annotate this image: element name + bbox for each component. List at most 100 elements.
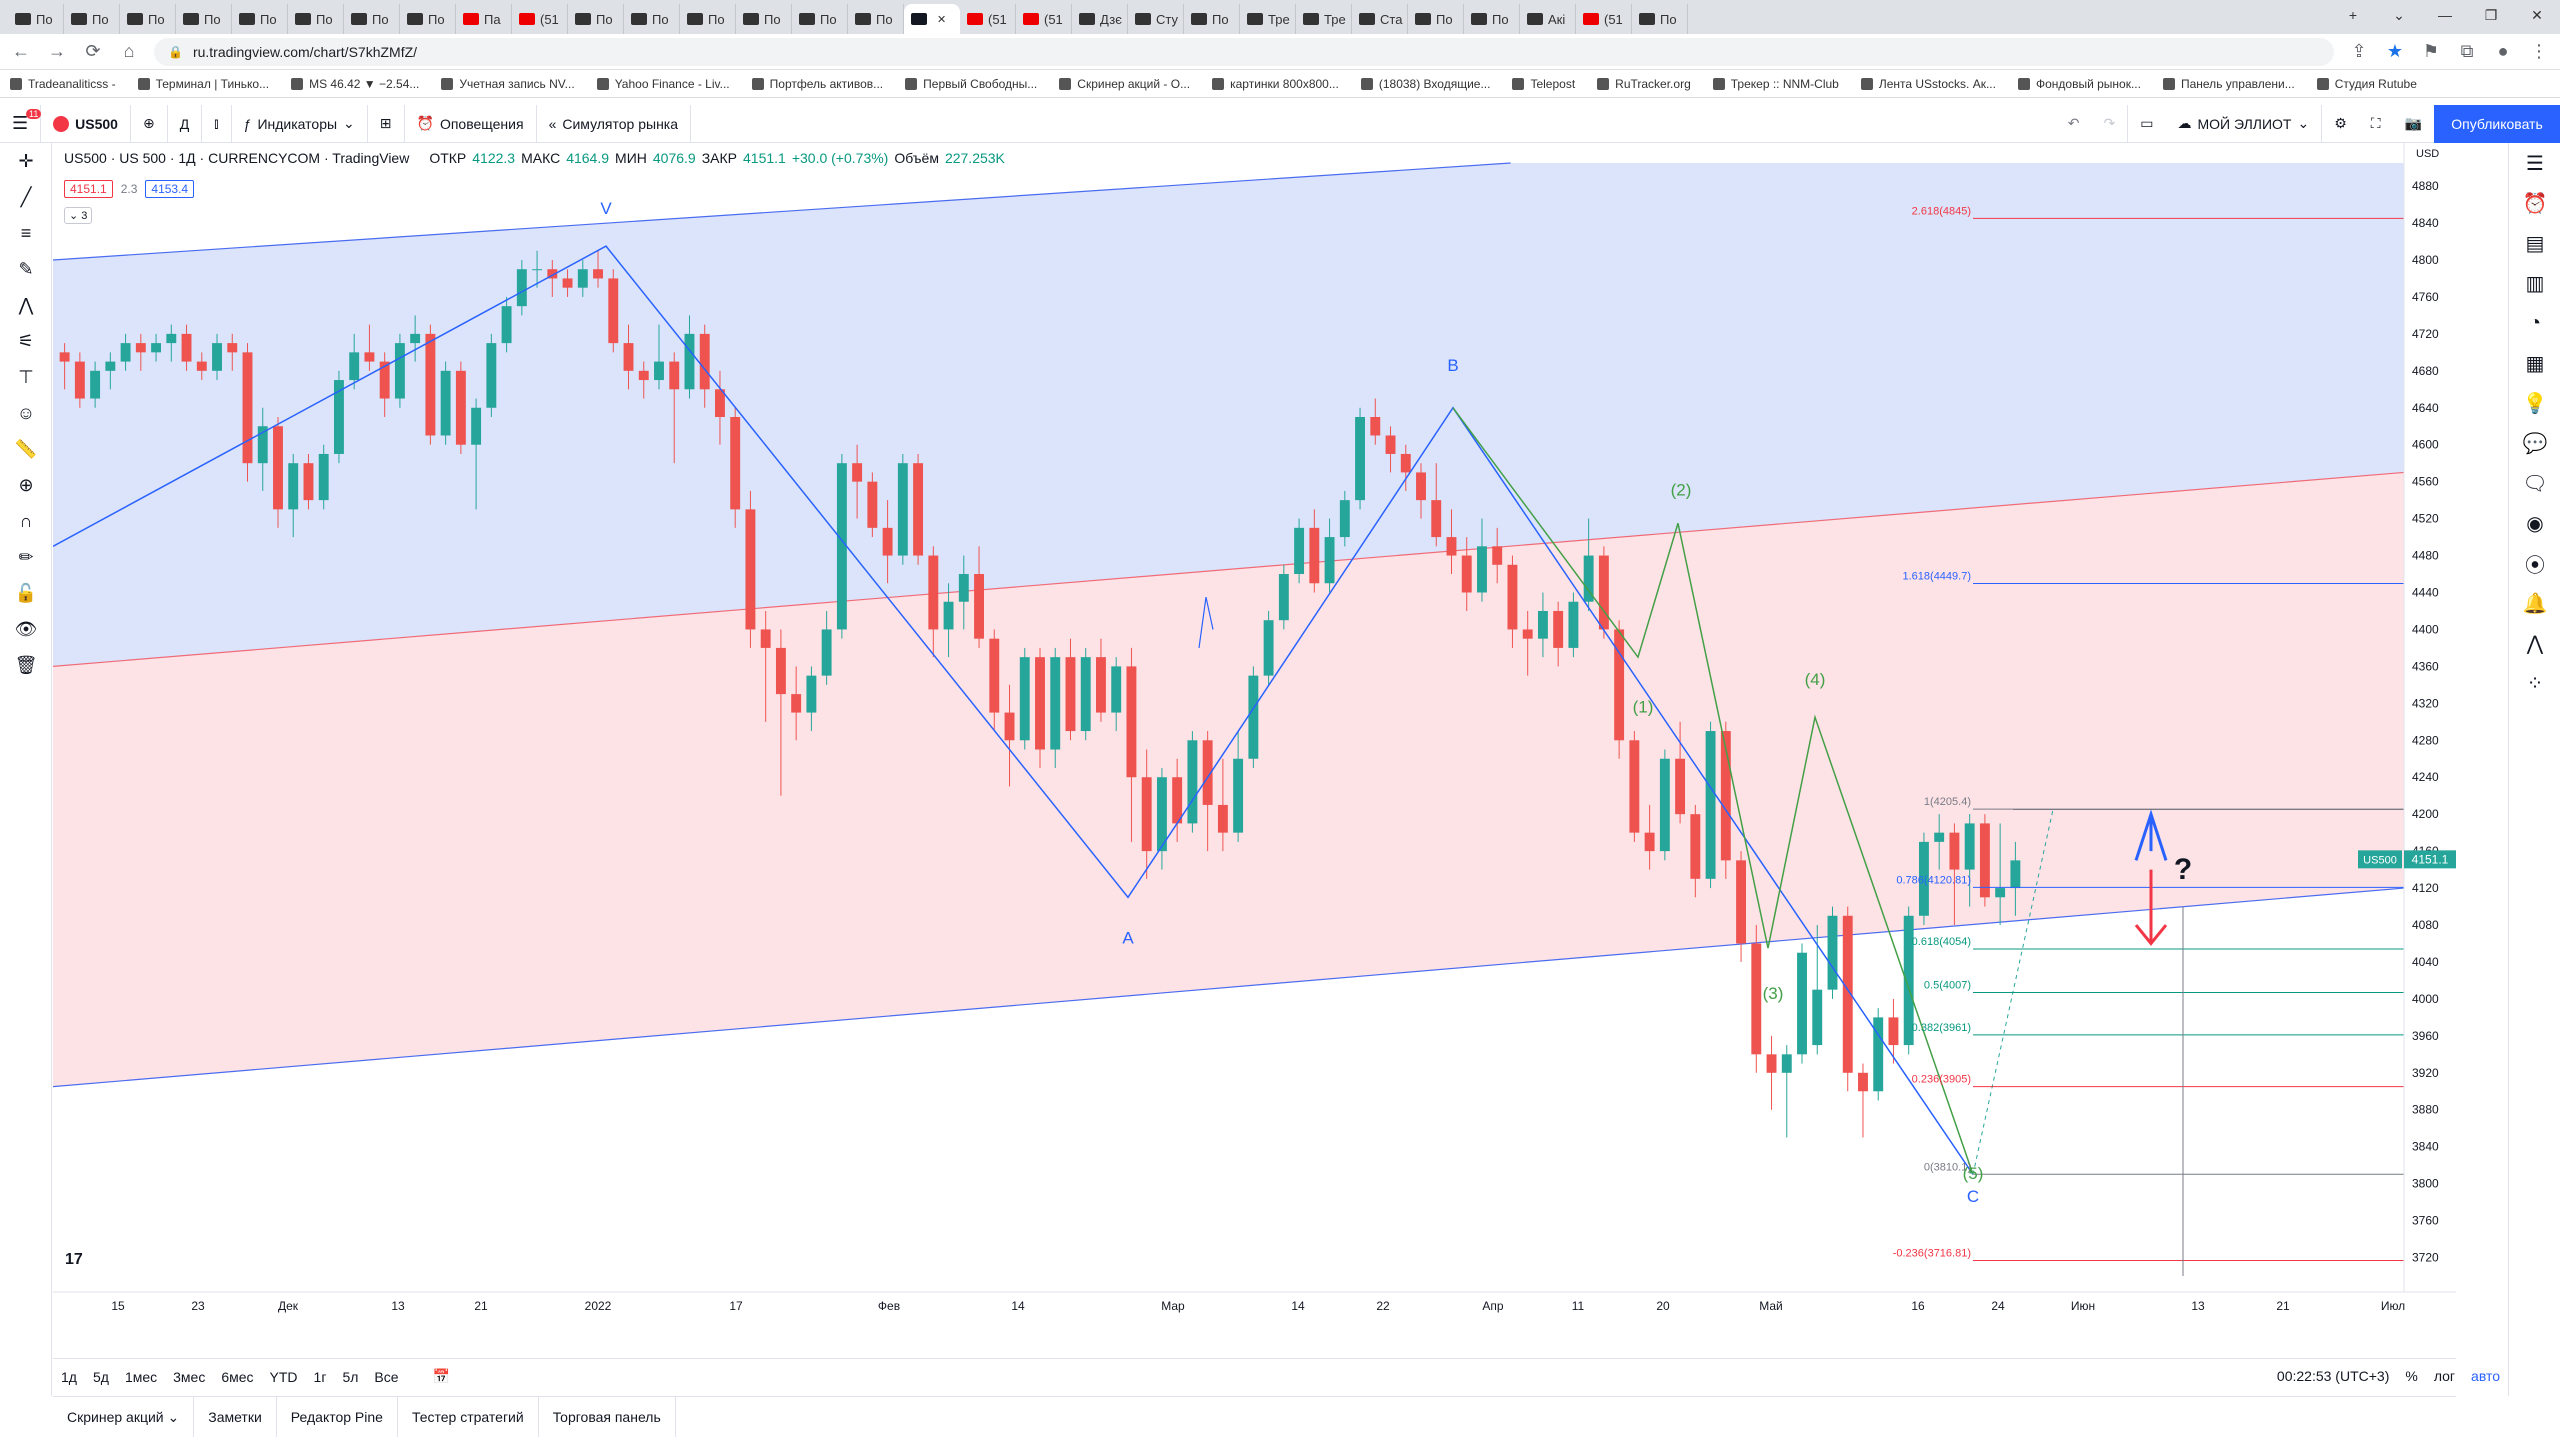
- snapshot-button[interactable]: 📷: [2393, 105, 2434, 143]
- browser-tab[interactable]: По: [288, 4, 344, 34]
- bookmark-item[interactable]: картинки 800х800...: [1212, 77, 1339, 91]
- price-chart[interactable]: 2.618(4845) 1.618(4449.7) 1(4205.4) 0.786(4…: [53, 143, 2456, 1336]
- browser-tab[interactable]: (51: [1016, 4, 1072, 34]
- browser-tab[interactable]: ✕: [904, 4, 960, 34]
- layout-toggle-button[interactable]: ▭: [2128, 105, 2165, 143]
- bookmark-item[interactable]: Портфель активов...: [751, 77, 883, 91]
- range-button[interactable]: 5д: [85, 1369, 117, 1385]
- replay-button[interactable]: « Симулятор рынка: [537, 104, 692, 143]
- bookmark-item[interactable]: (18038) Входящие...: [1360, 77, 1490, 91]
- bookmark-item[interactable]: Telepost: [1512, 77, 1575, 91]
- chart-type-button[interactable]: ⫾: [202, 104, 232, 143]
- browser-tab[interactable]: Сту: [1128, 4, 1184, 34]
- browser-tab[interactable]: (51: [512, 4, 568, 34]
- goto-date-icon[interactable]: 📅: [425, 1368, 458, 1385]
- bottom-tab[interactable]: Заметки: [194, 1396, 277, 1437]
- browser-tab[interactable]: По: [848, 4, 904, 34]
- calendar-icon[interactable]: ◔: [2509, 303, 2560, 343]
- ruler-icon[interactable]: 📏: [0, 431, 52, 467]
- layout-select-button[interactable]: ☁ МОЙ ЭЛЛИОТ ⌄: [2165, 104, 2323, 143]
- ideas-icon[interactable]: 💡: [2509, 383, 2560, 423]
- range-button[interactable]: Все: [366, 1369, 406, 1385]
- data-window-icon[interactable]: ▤: [2509, 223, 2560, 263]
- bookmark-item[interactable]: Студия Rutube: [2316, 77, 2417, 91]
- smile-icon[interactable]: ☺: [0, 395, 52, 431]
- browser-tab[interactable]: По: [64, 4, 120, 34]
- browser-tab[interactable]: По: [792, 4, 848, 34]
- browser-tab[interactable]: По: [176, 4, 232, 34]
- share-icon[interactable]: ⇪: [2348, 41, 2370, 62]
- streams-icon[interactable]: ◉: [2509, 503, 2560, 543]
- chat-icon[interactable]: 💬: [2509, 423, 2560, 463]
- bottom-tab[interactable]: Редактор Pine: [277, 1396, 398, 1437]
- range-button[interactable]: YTD: [262, 1369, 306, 1385]
- star-icon[interactable]: ★: [2384, 41, 2406, 62]
- bookmark-item[interactable]: Первый Свободны...: [905, 77, 1037, 91]
- close-window-button[interactable]: ✕: [2514, 0, 2560, 30]
- trendline-icon[interactable]: ╱: [0, 179, 52, 215]
- brush-icon[interactable]: ✎: [0, 251, 52, 287]
- browser-tab[interactable]: Тре: [1296, 4, 1352, 34]
- magnet-icon[interactable]: ∩: [0, 503, 52, 539]
- text-icon[interactable]: ⊤: [0, 359, 52, 395]
- interval-button[interactable]: Д: [168, 104, 203, 143]
- notifications-icon[interactable]: 🔔: [2509, 583, 2560, 623]
- layouts-grid-button[interactable]: ⊞: [368, 104, 405, 143]
- browser-tab[interactable]: По: [624, 4, 680, 34]
- bookmark-item[interactable]: RuTracker.org: [1597, 77, 1691, 91]
- log-toggle[interactable]: лог: [2434, 1368, 2455, 1384]
- browser-tab[interactable]: По: [736, 4, 792, 34]
- tab-search-button[interactable]: ⌄: [2376, 0, 2422, 30]
- bookmark-item[interactable]: Yahoo Finance - Liv...: [596, 77, 730, 91]
- broadcast-icon[interactable]: ⦿: [2509, 543, 2560, 583]
- comments-icon[interactable]: 🗨: [2509, 463, 2560, 503]
- browser-tab[interactable]: (51: [960, 4, 1016, 34]
- bid-value[interactable]: 4151.1: [64, 180, 113, 198]
- main-menu-button[interactable]: ☰ 11: [0, 104, 42, 143]
- browser-tab[interactable]: Ста: [1352, 4, 1408, 34]
- menu-dots-icon[interactable]: ⋮: [2528, 41, 2550, 62]
- browser-tab[interactable]: По: [680, 4, 736, 34]
- alerts-button[interactable]: ⏰ Оповещения: [405, 104, 537, 143]
- browser-tab[interactable]: Акі: [1520, 4, 1576, 34]
- bookmark-item[interactable]: Фондовый рынок...: [2017, 77, 2141, 91]
- close-tab-icon[interactable]: ✕: [937, 13, 946, 26]
- bookmark-item[interactable]: MS 46.42 ▼ −2.54...: [291, 77, 419, 91]
- horizontal-lines-icon[interactable]: ≡: [0, 215, 52, 251]
- browser-tab[interactable]: Тре: [1240, 4, 1296, 34]
- watchlist-icon[interactable]: ☰: [2509, 143, 2560, 183]
- indicators-button[interactable]: ƒ Индикаторы ⌄: [232, 104, 368, 143]
- symbol-search-button[interactable]: US500: [41, 104, 131, 143]
- bottom-tab[interactable]: Торговая панель: [539, 1396, 676, 1437]
- browser-tab[interactable]: (51: [1576, 4, 1632, 34]
- extension-icon[interactable]: ⚑: [2420, 41, 2442, 62]
- browser-tab[interactable]: По: [568, 4, 624, 34]
- bottom-tab[interactable]: Тестер стратегий: [398, 1396, 539, 1437]
- hotlist-icon[interactable]: ▥: [2509, 263, 2560, 303]
- browser-tab[interactable]: По: [1408, 4, 1464, 34]
- zoom-icon[interactable]: ⊕: [0, 467, 52, 503]
- bookmark-item[interactable]: Панель управлени...: [2162, 77, 2295, 91]
- publish-button[interactable]: Опубликовать: [2434, 105, 2560, 143]
- bookmark-item[interactable]: Трекер :: NNM-Club: [1712, 77, 1839, 91]
- collapse-indicators-button[interactable]: ⌄ 3: [64, 207, 93, 224]
- browser-tab[interactable]: По: [1632, 4, 1688, 34]
- news-icon[interactable]: ▦: [2509, 343, 2560, 383]
- compare-button[interactable]: ⊕: [131, 104, 168, 143]
- bookmark-item[interactable]: Скринер акций - О...: [1059, 77, 1190, 91]
- restore-button[interactable]: ❐: [2468, 0, 2514, 30]
- back-icon[interactable]: ←: [10, 41, 32, 62]
- range-button[interactable]: 1г: [306, 1369, 335, 1385]
- auto-toggle[interactable]: авто: [2471, 1368, 2500, 1384]
- chart-area[interactable]: 2.618(4845) 1.618(4449.7) 1(4205.4) 0.786(4…: [53, 143, 2456, 1336]
- projection-icon[interactable]: ⚟: [0, 323, 52, 359]
- url-field[interactable]: 🔒 ru.tradingview.com/chart/S7khZMfZ/: [154, 37, 2334, 66]
- range-button[interactable]: 1мес: [117, 1369, 165, 1385]
- new-tab-button[interactable]: +: [2330, 0, 2376, 30]
- percent-toggle[interactable]: %: [2405, 1368, 2417, 1384]
- trend-icon[interactable]: ⋀: [2509, 623, 2560, 663]
- reload-icon[interactable]: ⟳: [82, 41, 104, 62]
- forward-icon[interactable]: →: [46, 41, 68, 62]
- eye-icon[interactable]: 👁: [0, 611, 52, 647]
- range-button[interactable]: 3мес: [165, 1369, 213, 1385]
